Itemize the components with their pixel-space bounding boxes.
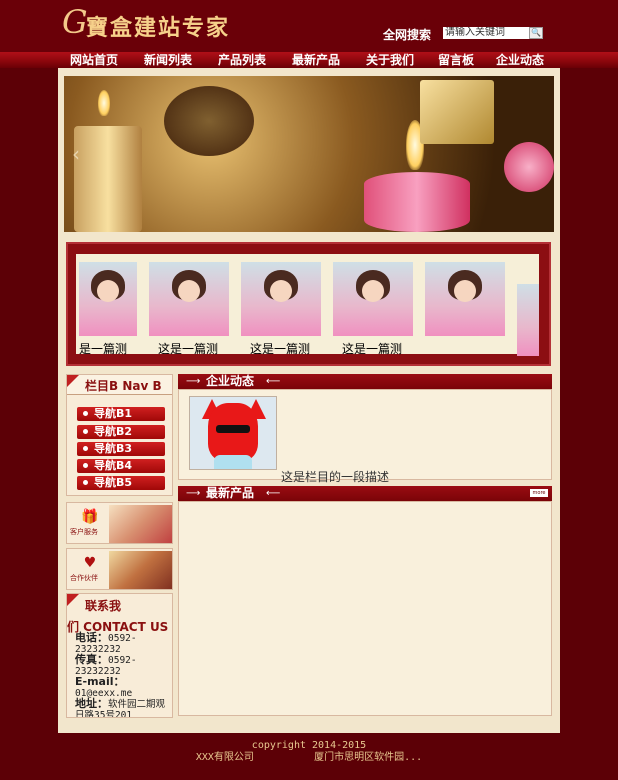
gallery-photo [79, 262, 137, 336]
search-label: 全网搜索 [383, 28, 432, 42]
gallery-item[interactable]: 这是一篇测 [241, 262, 321, 357]
footer-info: XXX有限公司 厦门市思明区软件园... [0, 752, 618, 764]
gallery-caption: 这是一篇测 [158, 342, 219, 356]
arrow-right-icon: ⟶ [186, 376, 201, 387]
contact-fax: 传真：0592-23232232 [75, 654, 165, 677]
gallery-photo [149, 262, 229, 336]
arrow-left-icon: ⟵ [266, 376, 281, 387]
footer-copyright: copyright 2014-2015 [251, 740, 367, 751]
contact-title: 联系我 [85, 599, 122, 613]
gallery-item[interactable] [517, 284, 539, 356]
footer-address: 厦门市思明区软件园... [314, 752, 423, 763]
news-section-title[interactable]: 企业动态 [206, 374, 254, 388]
gallery-photo [425, 262, 505, 336]
products-section-title[interactable]: 最新产品 [206, 486, 254, 500]
ad-label: 合作伙伴 [70, 574, 98, 582]
gallery-caption: 这是一篇测 [250, 342, 311, 356]
fax-label: 传真： [75, 653, 108, 666]
news-thumbnail[interactable] [189, 396, 277, 470]
candle-image [74, 126, 142, 232]
address-label: 地址： [75, 697, 108, 710]
banner-slideshow[interactable]: ‹ [64, 76, 554, 232]
flag-icon [67, 594, 79, 606]
contact-address: 地址：软件园二期观日路35号201 [75, 697, 165, 717]
pink-candle-image [364, 172, 470, 232]
more-button[interactable]: more [530, 489, 548, 497]
contact-box: 联系我 们 CONTACT US 电话：0592-23232232 传真：059… [66, 593, 173, 718]
sunglasses-icon [216, 425, 250, 433]
wedding-photo [109, 505, 172, 543]
gallery-scroller: 是一篇测 这是一篇测 这是一篇测 这是一篇测 [66, 242, 551, 366]
logo[interactable]: G 寶盒建站专家 [62, 3, 256, 42]
flag-icon [67, 375, 79, 387]
nav-item-news[interactable]: 新闻列表 [144, 52, 192, 68]
products-section-body [178, 501, 552, 716]
hall-photo [109, 551, 172, 589]
nav-item-company-news[interactable]: 企业动态 [496, 52, 544, 68]
header: G 寶盒建站专家 全网搜索 🔍 [0, 0, 618, 52]
partners-banner[interactable]: ♥ 合作伙伴 [66, 548, 173, 590]
news-description: 这是栏目的一段描述 [281, 470, 390, 484]
sidebar-nav-box: 栏目B Nav B 导航B1 导航B2 导航B3 导航B4 导航B5 [66, 374, 173, 496]
flame-image [98, 90, 110, 116]
sidebar-item-b3[interactable]: 导航B3 [77, 442, 165, 456]
phone-label: 电话： [75, 631, 108, 644]
sidebar-item-b4[interactable]: 导航B4 [77, 459, 165, 473]
sidebar-item-b1[interactable]: 导航B1 [77, 407, 165, 421]
sidebar-title-bar: 栏目B Nav B [67, 375, 172, 395]
gallery-caption: 是一篇测 [79, 342, 128, 356]
logo-text: 寶盒建站专家 [86, 15, 231, 41]
sidebar-title: 栏目B Nav B [85, 379, 162, 393]
products-section-header: ⟶ 最新产品 ⟵ more [178, 486, 552, 501]
contact-phone: 电话：0592-23232232 [75, 632, 165, 655]
nav-item-new-products[interactable]: 最新产品 [292, 52, 340, 68]
gallery-caption: 这是一篇测 [342, 342, 403, 356]
arrow-right-icon: ⟶ [186, 488, 201, 499]
pink-candle-image [504, 142, 554, 192]
footer: copyright 2014-2015 XXX有限公司 厦门市思明区软件园... [0, 740, 618, 764]
customer-service-banner[interactable]: 🎁 客户服务 [66, 502, 173, 544]
contact-email: E-mail：01@eexx.me [75, 676, 165, 699]
prev-arrow-icon[interactable]: ‹ [72, 142, 80, 166]
main-nav: 网站首页 新闻列表 产品列表 最新产品 关于我们 留言板 企业动态 [0, 52, 618, 68]
nav-item-guestbook[interactable]: 留言板 [438, 52, 474, 68]
arrow-left-icon: ⟵ [266, 488, 281, 499]
footer-company: XXX有限公司 [195, 752, 254, 763]
gift-box-image [420, 80, 494, 144]
search-icon: 🔍 [531, 28, 541, 37]
gallery-item[interactable]: 这是一篇测 [333, 262, 413, 357]
search-input[interactable] [443, 27, 529, 39]
gallery-track: 是一篇测 这是一篇测 这是一篇测 这是一篇测 [76, 254, 539, 357]
nav-item-about[interactable]: 关于我们 [366, 52, 414, 68]
logo-mark: G [62, 3, 88, 41]
email-label: E-mail： [75, 675, 125, 688]
search-button[interactable]: 🔍 [529, 27, 543, 39]
sidebar-item-b5[interactable]: 导航B5 [77, 476, 165, 490]
ad-label: 客户服务 [70, 528, 98, 536]
gallery-item[interactable]: 这是一篇测 [149, 262, 229, 357]
nav-item-home[interactable]: 网站首页 [70, 52, 118, 68]
pinecone-image [164, 86, 254, 156]
sidebar-item-b2[interactable]: 导航B2 [77, 425, 165, 439]
news-section-header: ⟶ 企业动态 ⟵ [178, 374, 552, 389]
nav-item-products[interactable]: 产品列表 [218, 52, 266, 68]
gallery-item[interactable]: 是一篇测 [79, 262, 137, 357]
gallery-photo [517, 284, 539, 356]
news-section-body: 这是栏目的一段描述 [178, 389, 552, 484]
gallery-photo [333, 262, 413, 336]
gallery-photo [241, 262, 321, 336]
gallery-item[interactable] [425, 262, 505, 336]
